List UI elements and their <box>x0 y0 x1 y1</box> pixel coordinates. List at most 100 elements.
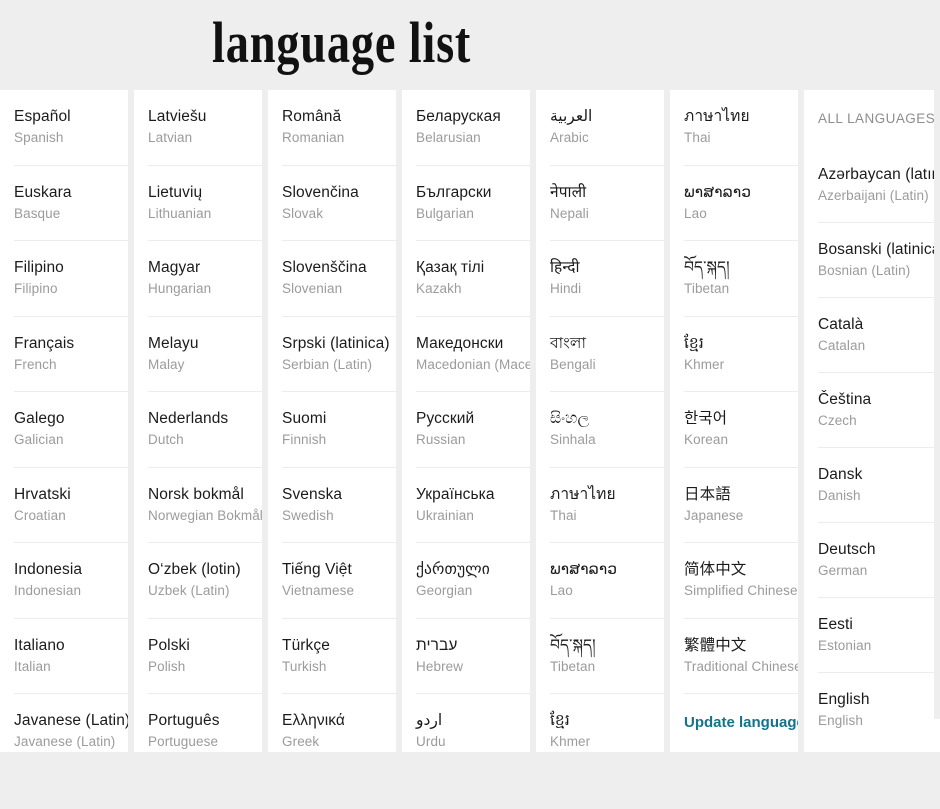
language-list-item[interactable]: Български Bulgarian <box>416 166 530 241</box>
language-list-item[interactable]: Srpski (latinica) Serbian (Latin) <box>282 317 396 392</box>
language-list-item[interactable]: සිංහල Sinhala <box>550 392 664 468</box>
language-native-name: Slovenčina <box>282 183 359 201</box>
language-list-item[interactable]: ພາສາລາວ Lao <box>684 166 798 241</box>
language-native-name: Deutsch <box>818 541 876 558</box>
language-list-item[interactable]: Tiếng Việt Vietnamese <box>282 543 396 619</box>
language-column-inner: العربية Arabic नेपाली Nepali हिन्दी Hindi বাংল… <box>536 90 664 752</box>
language-native-name: བོད་སྐད། <box>550 636 596 654</box>
language-native-name: Dansk <box>818 466 863 483</box>
language-list-item[interactable]: Deutsch German <box>818 523 940 598</box>
language-list-item[interactable]: Українська Ukrainian <box>416 468 530 543</box>
language-list-item[interactable]: Filipino Filipino <box>14 241 128 317</box>
language-english-name: Galician <box>14 432 64 447</box>
language-list-item[interactable]: Dansk Danish <box>818 448 940 523</box>
language-column: Español Spanish Euskara Basque Filipino Filip… <box>0 90 128 752</box>
language-list-item[interactable]: Galego Galician <box>14 392 128 468</box>
language-english-name: English <box>818 713 863 728</box>
language-list-item[interactable]: Türkçe Turkish <box>282 619 396 694</box>
language-list-item[interactable]: Magyar Hungarian <box>148 241 262 317</box>
language-english-name: Hindi <box>550 281 582 296</box>
language-list-item[interactable]: বাংলা Bengali <box>550 317 664 392</box>
language-list-item[interactable]: 简体中文 Simplified Chinese <box>684 543 798 619</box>
language-list-item[interactable]: Norsk bokmål Norwegian Bokmål <box>148 468 262 543</box>
language-english-name: Sinhala <box>550 432 596 447</box>
language-native-name: Slovenščina <box>282 259 367 276</box>
language-list-item[interactable]: བོད་སྐད། Tibetan <box>684 241 798 317</box>
language-list-item[interactable]: Español Spanish <box>14 90 128 166</box>
language-list-item[interactable]: Ελληνικά Greek <box>282 694 396 752</box>
language-native-name: Polski <box>148 636 190 654</box>
language-list-item[interactable]: བོད་སྐད། Tibetan <box>550 619 664 694</box>
language-list-item[interactable]: Slovenčina Slovak <box>282 166 396 241</box>
language-list-item[interactable]: Қазақ тілі Kazakh <box>416 241 530 317</box>
language-column-inner: Latviešu Latvian Lietuvių Lithuanian Magyar H… <box>134 90 262 752</box>
language-list-item[interactable]: 한국어 Korean <box>684 392 798 468</box>
language-list-item[interactable]: ქართული Georgian <box>416 543 530 619</box>
language-list-item[interactable]: ខ្មែរ Khmer <box>550 694 664 752</box>
language-list-item[interactable]: 日本語 Japanese <box>684 468 798 543</box>
language-list-item[interactable]: O‘zbek (lotin) Uzbek (Latin) <box>148 543 262 619</box>
language-list-item[interactable]: Azərbaycan (latın) Azerbaijani (Latin) <box>818 148 940 223</box>
language-english-name: Estonian <box>818 638 872 653</box>
language-list-item[interactable]: Русский Russian <box>416 392 530 468</box>
language-english-name: Lithuanian <box>148 205 212 221</box>
language-list-item[interactable]: Hrvatski Croatian <box>14 468 128 543</box>
language-native-name: Български <box>416 183 492 201</box>
language-english-name: Belarusian <box>416 130 481 145</box>
language-native-name: ภาษาไทย <box>684 108 750 125</box>
language-list-item[interactable]: Melayu Malay <box>148 317 262 392</box>
language-column-inner: Română Romanian Slovenčina Slovak Slovenščin… <box>268 90 396 752</box>
language-list-item[interactable]: Čeština Czech <box>818 373 940 448</box>
language-list-item[interactable]: Bosanski (latinica) Bosnian (Latin) <box>818 223 940 298</box>
language-list-item[interactable]: Nederlands Dutch <box>148 392 262 468</box>
language-native-name: Українська <box>416 485 495 503</box>
language-english-name: Simplified Chinese <box>684 583 798 598</box>
language-list-item[interactable]: Indonesia Indonesian <box>14 543 128 619</box>
language-list-item[interactable]: Slovenščina Slovenian <box>282 241 396 317</box>
language-list-item[interactable]: Latviešu Latvian <box>148 90 262 166</box>
language-list-item[interactable]: Eesti Estonian <box>818 598 940 673</box>
language-list-item[interactable]: Română Romanian <box>282 90 396 166</box>
language-list-item[interactable]: Lietuvių Lithuanian <box>148 166 262 241</box>
language-native-name: Srpski (latinica) <box>282 334 390 352</box>
language-english-name: Slovak <box>282 205 324 221</box>
language-native-name: Қазақ тілі <box>416 259 485 276</box>
language-list-item[interactable]: Javanese (Latin) Javanese (Latin) <box>14 694 128 752</box>
language-list-item[interactable]: Français French <box>14 317 128 392</box>
language-native-name: Galego <box>14 410 65 427</box>
language-list-item[interactable]: עברית Hebrew <box>416 619 530 694</box>
language-english-name: Azerbaijani (Latin) <box>818 188 929 203</box>
language-list-item[interactable]: ภาษาไทย Thai <box>550 468 664 543</box>
language-list-item[interactable]: ខ្មែរ Khmer <box>684 317 798 392</box>
language-list-item[interactable]: Polski Polish <box>148 619 262 694</box>
update-languages-row[interactable]: Update languages <box>684 694 798 733</box>
language-native-name: Nederlands <box>148 410 229 427</box>
language-native-name: Македонски <box>416 334 504 352</box>
language-list-item[interactable]: Italiano Italian <box>14 619 128 694</box>
language-english-name: Uzbek (Latin) <box>148 583 230 598</box>
language-native-name: 繁體中文 <box>684 636 747 654</box>
language-list-item[interactable]: Suomi Finnish <box>282 392 396 468</box>
language-list-item[interactable]: Euskara Basque <box>14 166 128 241</box>
language-list-item[interactable]: العربية Arabic <box>550 90 664 166</box>
language-list-item[interactable]: नेपाली Nepali <box>550 166 664 241</box>
language-list-item[interactable]: हिन्दी Hindi <box>550 241 664 317</box>
language-list-item[interactable]: Македонски Macedonian (Macedonia) <box>416 317 530 392</box>
language-native-name: ພາສາລາວ <box>684 183 752 201</box>
page-header: language list <box>0 0 940 90</box>
language-english-name: Traditional Chinese <box>684 658 798 674</box>
language-english-name: Khmer <box>684 356 725 372</box>
language-list-item[interactable]: Català Catalan <box>818 298 940 373</box>
language-list-item[interactable]: 繁體中文 Traditional Chinese <box>684 619 798 694</box>
language-list-item[interactable]: ພາສາລາວ Lao <box>550 543 664 619</box>
language-list-item[interactable]: ภาษาไทย Thai <box>684 90 798 166</box>
language-list-item[interactable]: Português Portuguese <box>148 694 262 752</box>
update-languages-link[interactable]: Update languages <box>684 713 798 733</box>
language-english-name: Polish <box>148 658 186 674</box>
language-list-item[interactable]: Беларуская Belarusian <box>416 90 530 166</box>
language-english-name: Thai <box>684 130 711 145</box>
language-list-item[interactable]: English English <box>818 673 940 748</box>
section-caption: ALL LANGUAGES <box>818 111 936 126</box>
language-list-item[interactable]: Svenska Swedish <box>282 468 396 543</box>
language-list-item[interactable]: اردو Urdu <box>416 694 530 752</box>
